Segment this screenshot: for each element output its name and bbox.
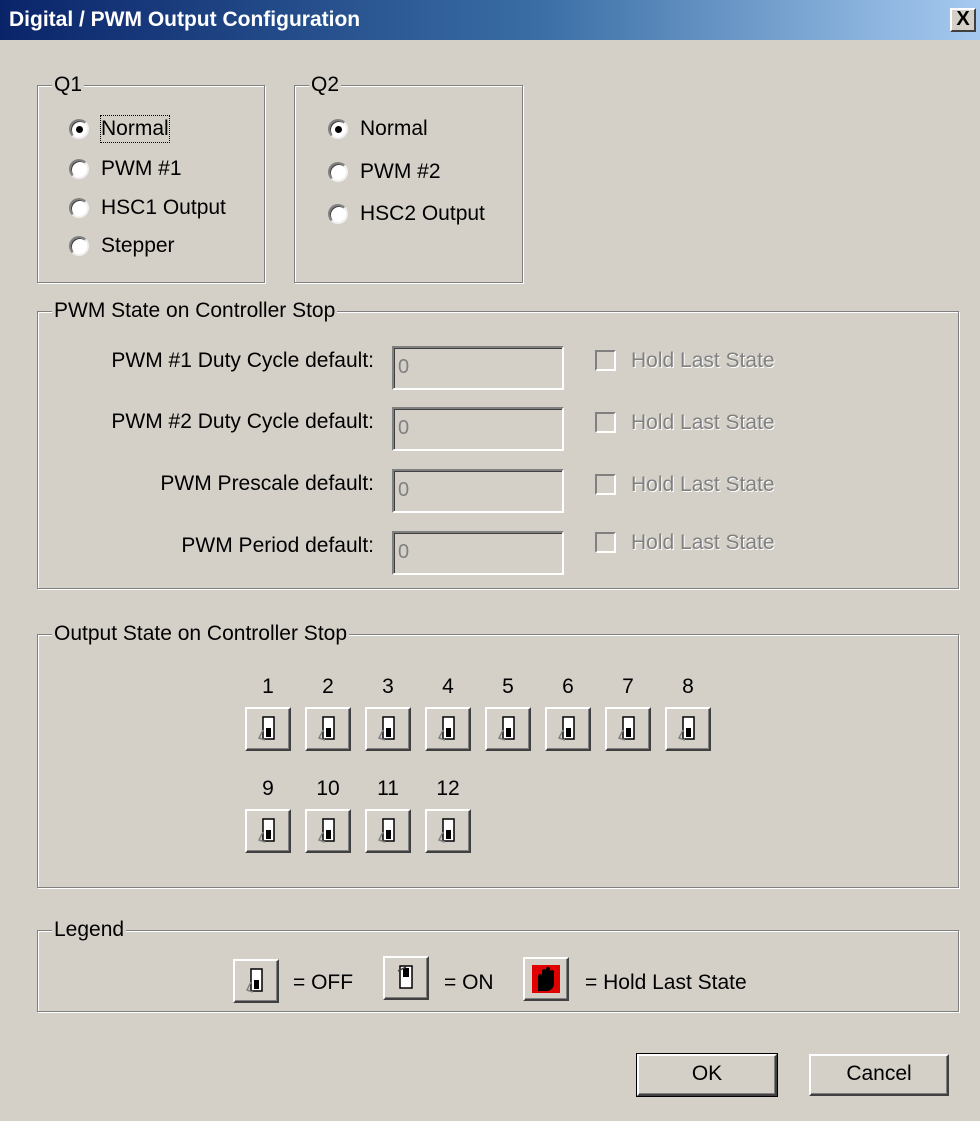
checkbox-unchecked-icon — [595, 532, 616, 553]
output-number-label: 7 — [622, 675, 634, 698]
switch-off-icon — [437, 818, 455, 843]
pwm-period-input[interactable]: 0 — [392, 531, 564, 575]
output-10-switch[interactable] — [305, 809, 351, 853]
q2-radio-hsc2-label: HSC2 Output — [360, 202, 485, 225]
q2-radio-pwm2-label: PWM #2 — [360, 160, 441, 183]
pwm-prescale-label: PWM Prescale default: — [160, 472, 374, 495]
switch-off-icon — [497, 716, 515, 741]
output-number-label: 2 — [322, 675, 334, 698]
output-number-label: 6 — [562, 675, 574, 698]
close-icon: X — [956, 8, 970, 30]
pwm-prescale-input[interactable]: 0 — [392, 469, 564, 513]
switch-off-icon — [257, 716, 275, 741]
cancel-button[interactable]: Cancel — [809, 1054, 949, 1096]
pwm-period-label: PWM Period default: — [181, 534, 374, 557]
radio-checked-icon — [328, 119, 348, 139]
switch-off-icon — [557, 716, 575, 741]
output-3-switch[interactable] — [365, 707, 411, 751]
switch-off-icon — [677, 716, 695, 741]
legend-on-text: = ON — [444, 971, 494, 994]
period-hold-label: Hold Last State — [631, 531, 775, 554]
output-4-switch[interactable] — [425, 707, 471, 751]
switch-off-icon — [377, 716, 395, 741]
radio-checked-icon — [69, 119, 89, 139]
q1-radio-normal-label: Normal — [100, 115, 170, 143]
switch-off-icon — [317, 818, 335, 843]
radio-unchecked-icon — [69, 159, 89, 179]
output-5-switch[interactable] — [485, 707, 531, 751]
output-12-switch[interactable] — [425, 809, 471, 853]
q1-group-label: Q1 — [52, 73, 85, 97]
output-8-switch[interactable] — [665, 707, 711, 751]
output-number-label: 11 — [377, 777, 399, 800]
switch-off-icon — [317, 716, 335, 741]
switch-off-icon — [257, 818, 275, 843]
output-11-switch[interactable] — [365, 809, 411, 853]
output-number-label: 4 — [442, 675, 454, 698]
q1-radio-stepper-label: Stepper — [101, 234, 175, 257]
pwm1-hold-label: Hold Last State — [631, 349, 775, 372]
pwm2-hold-label: Hold Last State — [631, 411, 775, 434]
legend-hold-swatch — [523, 957, 569, 1001]
output-number-label: 1 — [262, 675, 274, 698]
checkbox-unchecked-icon — [595, 412, 616, 433]
radio-unchecked-icon — [328, 162, 348, 182]
radio-unchecked-icon — [328, 204, 348, 224]
output-7-switch[interactable] — [605, 707, 651, 751]
checkbox-unchecked-icon — [595, 474, 616, 495]
output-2-switch[interactable] — [305, 707, 351, 751]
pwm2-duty-label: PWM #2 Duty Cycle default: — [111, 410, 374, 433]
switch-off-icon — [377, 818, 395, 843]
output-number-label: 8 — [682, 675, 694, 698]
checkbox-unchecked-icon — [595, 350, 616, 371]
pwm1-duty-input[interactable]: 0 — [392, 346, 564, 390]
legend-group-label: Legend — [52, 918, 127, 942]
pwm2-duty-input[interactable]: 0 — [392, 407, 564, 451]
switch-off-icon — [245, 968, 263, 993]
legend-group: Legend — [37, 918, 959, 1012]
radio-unchecked-icon — [69, 198, 89, 218]
output-number-label: 3 — [382, 675, 394, 698]
q2-group-label: Q2 — [309, 73, 342, 97]
q1-radio-hsc1-label: HSC1 Output — [101, 196, 226, 219]
stop-hand-icon — [532, 965, 560, 993]
radio-unchecked-icon — [69, 236, 89, 256]
output-9-switch[interactable] — [245, 809, 291, 853]
output-1-switch[interactable] — [245, 707, 291, 751]
q1-radio-pwm1-label: PWM #1 — [101, 157, 182, 180]
output-number-label: 12 — [436, 777, 460, 800]
q2-radio-normal-label: Normal — [360, 117, 428, 140]
output-number-label: 9 — [262, 777, 274, 800]
output-6-switch[interactable] — [545, 707, 591, 751]
output-state-group: Output State on Controller Stop — [37, 622, 959, 888]
legend-off-swatch — [233, 959, 279, 1003]
close-button[interactable]: X — [950, 8, 976, 32]
window-title: Digital / PWM Output Configuration — [9, 8, 361, 31]
legend-hold-text: = Hold Last State — [585, 971, 747, 994]
pwm1-duty-label: PWM #1 Duty Cycle default: — [111, 349, 374, 372]
prescale-hold-label: Hold Last State — [631, 473, 775, 496]
legend-on-swatch — [383, 956, 429, 1000]
switch-off-icon — [437, 716, 455, 741]
output-number-label: 10 — [316, 777, 340, 800]
switch-off-icon — [617, 716, 635, 741]
output-state-group-label: Output State on Controller Stop — [52, 622, 350, 646]
switch-on-icon — [397, 965, 413, 989]
legend-off-text: = OFF — [293, 971, 354, 994]
pwm-state-group-label: PWM State on Controller Stop — [52, 299, 338, 323]
title-bar: Digital / PWM Output Configuration X — [0, 0, 980, 40]
output-number-label: 5 — [502, 675, 514, 698]
ok-button[interactable]: OK — [636, 1053, 778, 1097]
